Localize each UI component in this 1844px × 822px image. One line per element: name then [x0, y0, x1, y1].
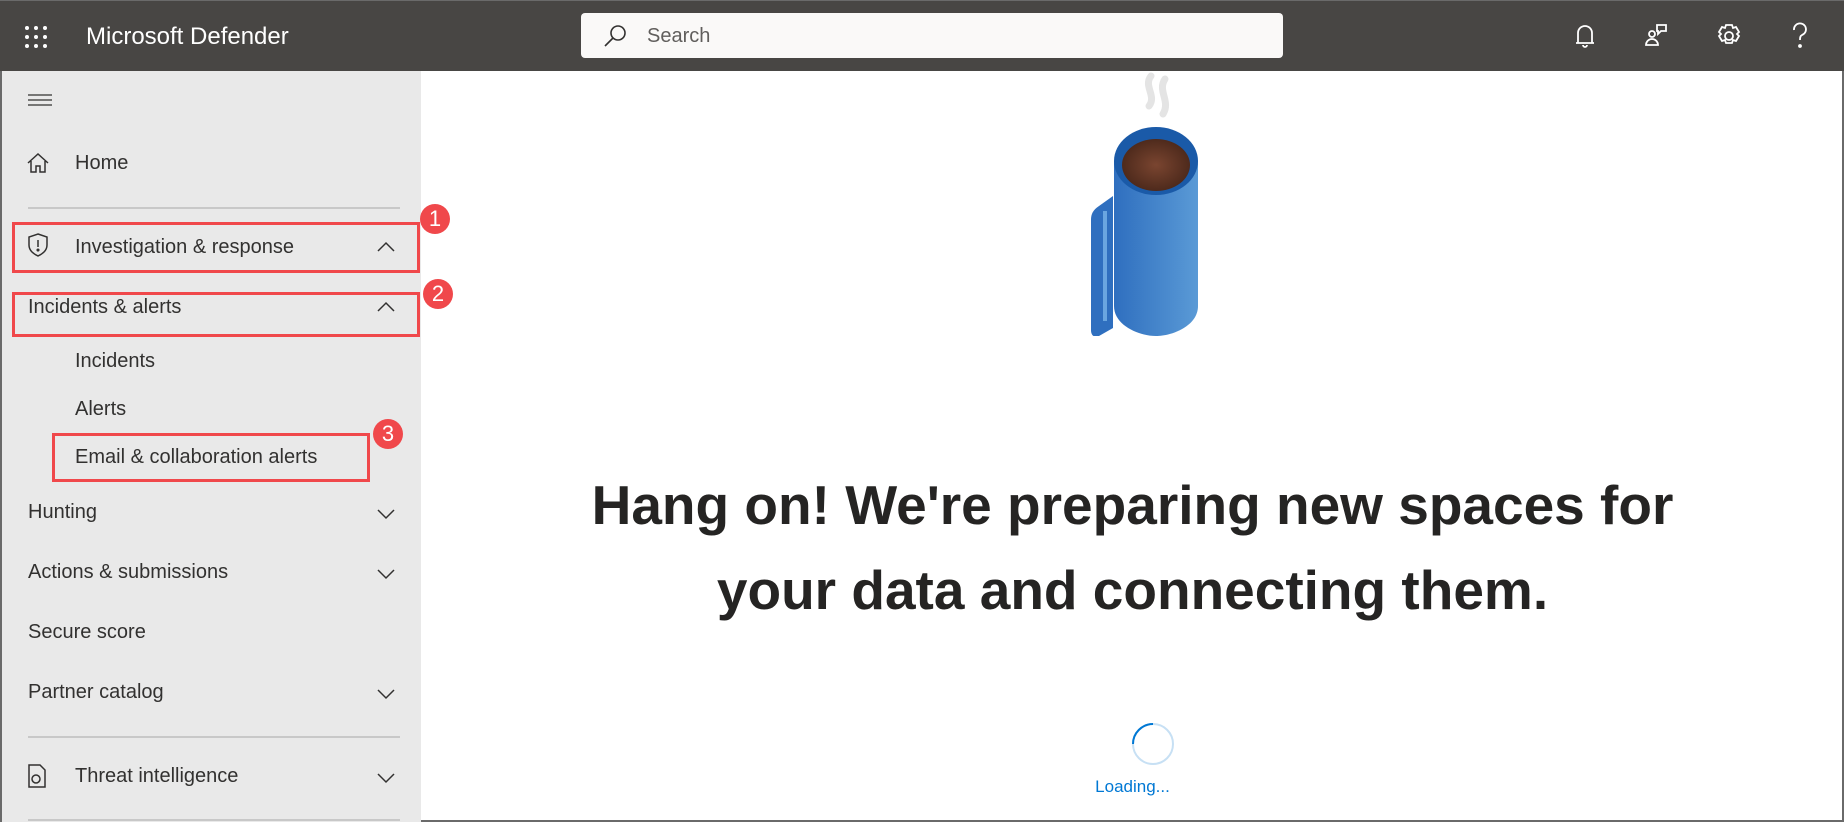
search-input[interactable]: Search [581, 13, 1283, 58]
sidebar-item-label: Threat intelligence [75, 765, 239, 787]
app-title[interactable]: Microsoft Defender [86, 23, 289, 51]
main-content: Hang on! We're preparing new spaces for … [421, 71, 1844, 822]
hamburger-icon[interactable] [28, 94, 52, 106]
annotation-box-1 [12, 222, 420, 273]
sidebar: Home Investigation & response 1 Incident… [0, 71, 453, 822]
sidebar-item-incidents[interactable]: Incidents [75, 350, 155, 373]
loading-heading-line-2: your data and connecting them. [716, 559, 1549, 621]
chevron-down-icon [377, 509, 395, 520]
loading-text: Loading... [1095, 777, 1170, 796]
annotation-badge-3: 3 [373, 419, 403, 449]
sidebar-item-label: Home [75, 152, 129, 174]
threat-intel-icon [28, 764, 46, 788]
sidebar-item-alerts[interactable]: Alerts [75, 398, 126, 421]
sidebar-item-label: Actions & submissions [28, 561, 229, 583]
home-icon [27, 152, 49, 173]
divider [28, 207, 400, 209]
annotation-box-2 [12, 292, 420, 337]
chevron-down-icon [377, 689, 395, 700]
help-icon[interactable] [1785, 21, 1815, 51]
waffle-icon[interactable] [24, 25, 48, 49]
divider [28, 736, 400, 738]
coffee-mug-illustration [1091, 72, 1198, 336]
spinner-icon [1132, 723, 1174, 765]
sidebar-item-secure-score[interactable]: Secure score [28, 621, 146, 644]
search-placeholder: Search [647, 25, 711, 47]
annotation-box-3 [52, 433, 370, 482]
bell-icon[interactable] [1570, 21, 1600, 51]
chevron-down-icon [377, 773, 395, 784]
feedback-icon[interactable] [1643, 21, 1673, 51]
chevron-down-icon [377, 569, 395, 580]
search-icon [604, 25, 626, 47]
divider [28, 819, 400, 821]
sidebar-item-label: Hunting [28, 501, 97, 523]
sidebar-item-label: Partner catalog [28, 681, 164, 703]
top-bar: Microsoft Defender Search [0, 0, 1844, 71]
gear-icon[interactable] [1714, 21, 1744, 51]
loading-heading-line-1: Hang on! We're preparing new spaces for [591, 474, 1674, 536]
